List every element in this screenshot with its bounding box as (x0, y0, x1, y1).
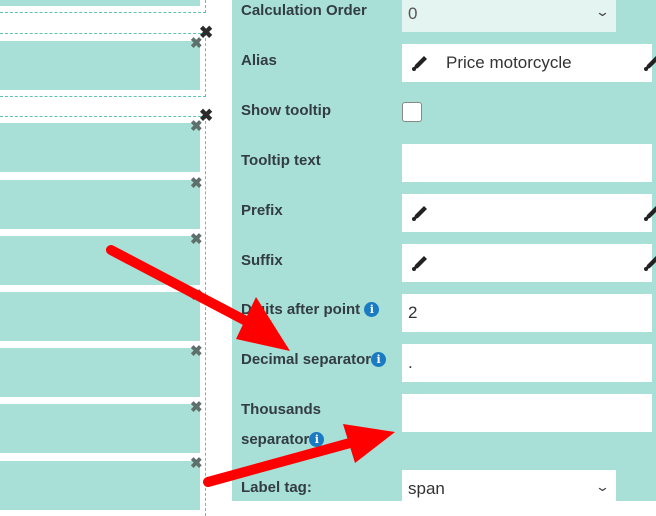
thousands-separator-text: separator (241, 431, 310, 448)
calculation-order-value: 0 (408, 4, 418, 23)
alias-value: Price motorcycle (446, 53, 572, 72)
close-icon[interactable]: ✖ (190, 344, 203, 359)
pencil-icon[interactable] (642, 253, 656, 273)
pencil-icon[interactable] (410, 203, 430, 223)
chevron-down-icon: ⌄ (594, 4, 611, 19)
tooltip-text-label: Tooltip text (241, 152, 321, 169)
digits-after-point-value: 2 (408, 303, 418, 322)
calculation-order-select[interactable]: 0 ⌄ (402, 0, 616, 32)
show-tooltip-label: Show tooltip (241, 102, 331, 119)
element-item[interactable] (0, 348, 200, 397)
element-item[interactable] (0, 404, 200, 453)
show-tooltip-checkbox[interactable] (402, 102, 422, 122)
close-icon[interactable]: ✖ (190, 456, 203, 471)
info-icon[interactable]: i (364, 302, 380, 317)
decimal-separator-text: Decimal separator (241, 351, 372, 368)
decimal-separator-input[interactable]: . (402, 344, 652, 382)
suffix-label: Suffix (241, 252, 283, 269)
tooltip-text-input[interactable] (402, 144, 652, 182)
element-item[interactable] (0, 292, 200, 341)
element-list: ✖ ✖ ✖ ✖ ✖ ✖ ✖ ✖ ✖ ✖ (0, 0, 213, 516)
label-tag-label: Label tag: (241, 479, 312, 496)
close-icon[interactable]: ✖ (190, 288, 203, 303)
alias-label: Alias (241, 52, 277, 69)
info-icon[interactable]: i (371, 352, 387, 367)
element-item[interactable] (0, 0, 200, 6)
pencil-icon[interactable] (410, 253, 430, 273)
alias-field[interactable]: Price motorcycle (402, 44, 656, 82)
decimal-separator-label: Decimal separator i (241, 351, 387, 368)
close-icon[interactable]: ✖ (190, 232, 203, 247)
element-item[interactable] (0, 41, 200, 90)
chevron-down-icon: ⌄ (594, 479, 611, 494)
close-icon[interactable]: ✖ (190, 400, 203, 415)
close-icon[interactable]: ✖ (190, 176, 203, 191)
suffix-field[interactable] (402, 244, 656, 282)
element-item[interactable] (0, 123, 200, 172)
digits-after-point-text: Digits after point (241, 301, 361, 318)
element-item[interactable] (0, 180, 200, 229)
digits-after-point-input[interactable]: 2 (402, 294, 652, 332)
info-icon[interactable]: i (309, 432, 325, 447)
digits-after-point-label: Digits after point i (241, 301, 380, 318)
thousands-separator-label-line2: separator i (241, 431, 325, 448)
label-tag-value: span (408, 479, 445, 498)
close-icon[interactable]: ✖ (190, 119, 203, 134)
element-item[interactable] (0, 461, 200, 510)
pencil-icon[interactable] (410, 53, 430, 73)
settings-panel: Calculation Order 0 ⌄ Alias Price motorc… (232, 0, 656, 508)
prefix-field[interactable] (402, 194, 656, 232)
thousands-separator-input[interactable] (402, 394, 652, 432)
pencil-icon[interactable] (642, 203, 656, 223)
prefix-label: Prefix (241, 202, 283, 219)
thousands-separator-label-line1: Thousands (241, 401, 322, 418)
close-icon[interactable]: ✖ (190, 36, 203, 51)
label-tag-select[interactable]: span ⌄ (402, 470, 616, 508)
element-item[interactable] (0, 236, 200, 285)
calculation-order-label: Calculation Order (241, 2, 367, 19)
decimal-separator-value: . (408, 353, 413, 372)
pencil-icon[interactable] (642, 53, 656, 73)
